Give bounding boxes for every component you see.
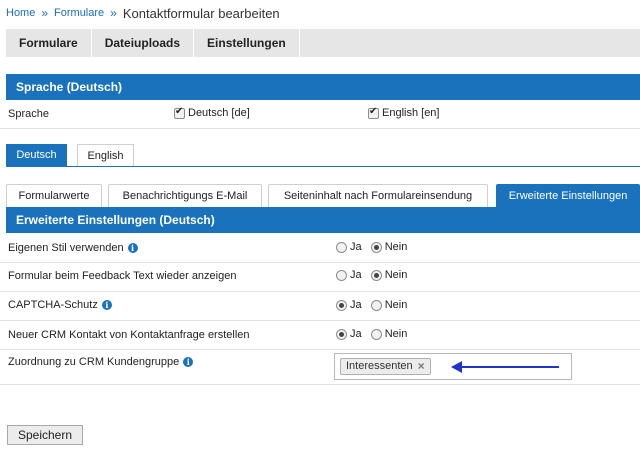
radio-nein[interactable] xyxy=(370,299,382,311)
breadcrumb-home-link[interactable]: Home xyxy=(6,7,35,19)
selected-tag: Interessenten × xyxy=(340,358,431,375)
radio-nein-label: Nein xyxy=(384,328,408,340)
breadcrumb-forms-link[interactable]: Formulare xyxy=(54,7,104,19)
setting-label-text: Zuordnung zu CRM Kundengruppe xyxy=(8,356,180,368)
language-option-de: Deutsch [de] xyxy=(174,106,250,119)
language-checkbox-en[interactable] xyxy=(368,106,379,119)
advanced-section-header: Erweiterte Einstellungen (Deutsch) xyxy=(6,207,640,233)
radio-nein[interactable] xyxy=(370,269,382,281)
radio-nein-label: Nein xyxy=(384,241,408,253)
nav-tab-einstellungen[interactable]: Einstellungen xyxy=(194,29,300,57)
radio-group-captcha: Ja Nein xyxy=(336,299,407,314)
setting-row: Formular beim Feedback Text wieder anzei… xyxy=(0,263,640,291)
setting-label-crm-contact: Neuer CRM Kontakt von Kontaktanfrage ers… xyxy=(8,329,250,341)
breadcrumb: Home » Formulare » Kontaktformular bearb… xyxy=(6,5,280,21)
crm-group-select[interactable]: Interessenten × xyxy=(334,353,572,380)
info-icon[interactable]: i xyxy=(101,300,112,311)
divider xyxy=(0,384,640,385)
lang-tab-deutsch[interactable]: Deutsch xyxy=(6,144,67,166)
radio-ja[interactable] xyxy=(336,299,347,311)
selected-tag-label: Interessenten xyxy=(346,360,413,372)
setting-label-text: CAPTCHA-Schutz xyxy=(8,299,98,311)
radio-option-nein: Nein xyxy=(370,299,408,311)
language-label: Sprache xyxy=(8,108,49,120)
radio-option-ja: Ja xyxy=(336,299,362,311)
language-row: Sprache Deutsch [de] English [en] xyxy=(0,100,640,128)
setting-label-own-style: Eigenen Stil verwenden i xyxy=(8,242,138,254)
radio-ja-label: Ja xyxy=(350,299,362,311)
radio-group-own-style: Ja Nein xyxy=(336,241,407,256)
radio-ja-label: Ja xyxy=(350,328,362,340)
save-button[interactable]: Speichern xyxy=(7,425,83,445)
info-icon[interactable]: i xyxy=(127,243,138,254)
radio-option-nein: Nein xyxy=(370,328,408,340)
radio-option-ja: Ja xyxy=(336,328,362,340)
language-checkbox-de[interactable] xyxy=(174,106,185,119)
arrow-left-icon xyxy=(451,361,559,373)
language-option-de-label: Deutsch [de] xyxy=(188,107,250,119)
top-navigation: Formulare Dateiuploads Einstellungen xyxy=(6,29,640,57)
tab-benachrichtigungs-email[interactable]: Benachrichtigungs E-Mail xyxy=(108,184,262,207)
radio-option-ja: Ja xyxy=(336,269,362,281)
radio-ja[interactable] xyxy=(336,269,347,281)
radio-nein-label: Nein xyxy=(384,299,408,311)
setting-row: Eigenen Stil verwenden i Ja Nein xyxy=(0,234,640,262)
breadcrumb-current: Kontaktformular bearbeiten xyxy=(122,5,280,21)
tab-seiteninhalt[interactable]: Seiteninhalt nach Formulareinsendung xyxy=(268,184,488,207)
divider xyxy=(0,128,640,129)
radio-nein[interactable] xyxy=(370,241,382,253)
breadcrumb-separator: » xyxy=(41,6,49,20)
setting-label-show-form: Formular beim Feedback Text wieder anzei… xyxy=(8,270,237,282)
radio-ja-label: Ja xyxy=(350,269,362,281)
setting-label-text: Eigenen Stil verwenden xyxy=(8,242,124,254)
remove-tag-icon[interactable]: × xyxy=(418,358,425,375)
setting-label-crm-group: Zuordnung zu CRM Kundengruppe i xyxy=(8,356,194,368)
lang-tab-underline xyxy=(6,166,640,167)
radio-group-crm-contact: Ja Nein xyxy=(336,328,407,343)
tab-erweiterte-einstellungen[interactable]: Erweiterte Einstellungen xyxy=(496,184,640,207)
radio-ja[interactable] xyxy=(336,328,347,340)
setting-label-captcha: CAPTCHA-Schutz i xyxy=(8,299,112,311)
tab-formularwerte[interactable]: Formularwerte xyxy=(6,184,102,207)
breadcrumb-separator: » xyxy=(110,6,117,20)
radio-group-show-form: Ja Nein xyxy=(336,269,407,284)
radio-nein[interactable] xyxy=(370,328,382,340)
language-option-en: English [en] xyxy=(368,106,440,119)
radio-option-nein: Nein xyxy=(370,269,408,281)
radio-ja[interactable] xyxy=(336,241,347,253)
radio-ja-label: Ja xyxy=(350,241,362,253)
nav-tab-formulare[interactable]: Formulare xyxy=(6,29,92,57)
nav-tab-dateiuploads[interactable]: Dateiuploads xyxy=(92,29,195,57)
setting-row: CAPTCHA-Schutz i Ja Nein xyxy=(0,292,640,320)
radio-option-nein: Nein xyxy=(370,241,408,253)
radio-nein-label: Nein xyxy=(384,269,408,281)
language-section-header: Sprache (Deutsch) xyxy=(6,74,640,100)
info-icon[interactable]: i xyxy=(183,357,194,368)
setting-row: Neuer CRM Kontakt von Kontaktanfrage ers… xyxy=(0,321,640,349)
radio-option-ja: Ja xyxy=(336,241,362,253)
language-option-en-label: English [en] xyxy=(382,107,440,119)
lang-tab-english[interactable]: English xyxy=(77,144,134,166)
